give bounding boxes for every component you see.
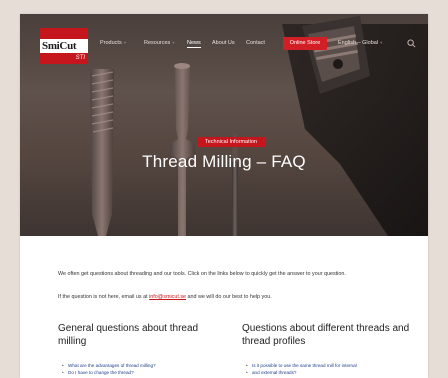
nav-contact[interactable]: Contact: [246, 39, 265, 47]
hero-banner: SmiCut STI Products ˅ Resources ˅ News Abo…: [20, 14, 428, 236]
intro-contact-before: If the question is not here, email us at: [58, 294, 150, 300]
section-heading-threads: Questions about different threads and th…: [242, 323, 410, 347]
chevron-down-icon: ˅: [123, 40, 127, 45]
language-label: English – Global: [338, 40, 379, 46]
faq-list-general: What are the advantages of thread millin…: [60, 362, 230, 376]
faq-link[interactable]: and external threads?: [244, 369, 414, 376]
faq-link[interactable]: Is it possible to use the same thread mi…: [244, 362, 414, 369]
email-link[interactable]: info@smicut.se: [149, 294, 186, 300]
nav-about-us[interactable]: About Us: [212, 39, 235, 47]
intro-contact-after: and we will do our best to help you.: [186, 294, 272, 300]
intro-contact-text: If the question is not here, email us at…: [58, 293, 398, 301]
faq-link[interactable]: What are the advantages of thread millin…: [60, 362, 230, 369]
smicut-logo[interactable]: SmiCut STI: [40, 28, 88, 64]
intro-text: We often get questions about threading a…: [58, 271, 346, 277]
page: SmiCut STI Products ˅ Resources ˅ News Abo…: [20, 14, 428, 378]
section-heading-general: General questions about thread milling: [58, 323, 199, 347]
page-title: Thread Milling – FAQ: [142, 152, 306, 171]
nav-news[interactable]: News: [187, 39, 201, 48]
logo-text: SmiCut: [40, 39, 88, 53]
chevron-down-icon: ˅: [172, 40, 175, 45]
category-tag[interactable]: Technical Information: [197, 137, 265, 147]
search-icon[interactable]: [407, 39, 416, 48]
faq-list-threads: Is it possible to use the same thread mi…: [244, 362, 414, 376]
faq-link[interactable]: Do I have to change the thread?: [60, 369, 230, 376]
nav-resources[interactable]: Resources ˅: [144, 39, 175, 47]
chevron-down-icon: ˅: [380, 40, 383, 45]
nav-label: Resources: [144, 40, 171, 46]
logo-sub: STI: [75, 55, 85, 61]
language-selector[interactable]: English – Global ˅: [338, 39, 382, 47]
nav-products[interactable]: Products ˅: [100, 39, 126, 47]
online-store-button[interactable]: Online Store: [283, 37, 327, 50]
nav-label: Products: [100, 40, 122, 46]
